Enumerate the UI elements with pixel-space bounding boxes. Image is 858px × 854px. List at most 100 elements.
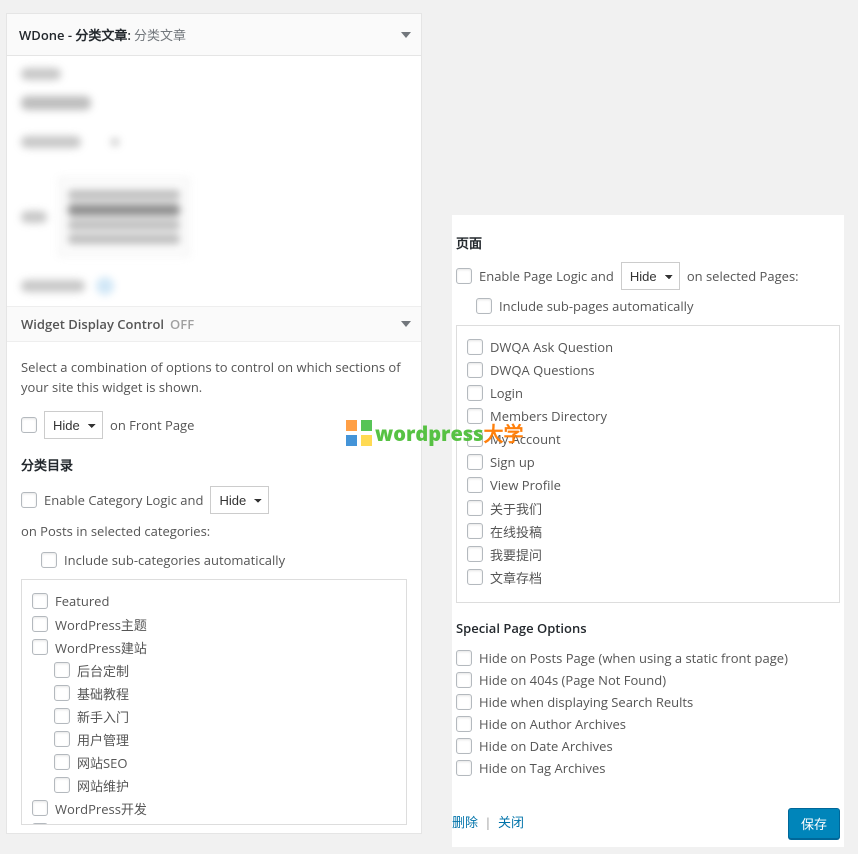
page-item[interactable]: 关于我们 bbox=[467, 497, 829, 520]
frontpage-select[interactable]: Hide bbox=[44, 411, 103, 439]
page-item[interactable]: 我要提问 bbox=[467, 543, 829, 566]
frontpage-checkbox[interactable] bbox=[21, 417, 37, 433]
special-option-checkbox[interactable] bbox=[456, 650, 472, 666]
page-item[interactable]: DWQA Questions bbox=[467, 359, 829, 382]
category-item[interactable]: WordPress资讯 bbox=[32, 820, 396, 825]
delete-link[interactable]: 删除 bbox=[452, 813, 478, 831]
category-item[interactable]: WordPress主题 bbox=[32, 613, 396, 636]
category-label: Featured bbox=[55, 592, 109, 610]
page-checkbox[interactable] bbox=[467, 454, 483, 470]
page-item[interactable]: My Account bbox=[467, 428, 829, 451]
special-option-label: Hide on Date Archives bbox=[479, 737, 613, 755]
special-option-checkbox[interactable] bbox=[456, 760, 472, 776]
category-item[interactable]: 新手入门 bbox=[54, 705, 396, 728]
category-checkbox[interactable] bbox=[54, 708, 70, 724]
page-logic-row: Enable Page Logic and Hide on selected P… bbox=[456, 262, 840, 290]
category-label: 新手入门 bbox=[77, 707, 129, 726]
blurred-content bbox=[21, 68, 407, 294]
category-checkbox[interactable] bbox=[54, 685, 70, 701]
category-checkbox[interactable] bbox=[54, 731, 70, 747]
page-item[interactable]: View Profile bbox=[467, 474, 829, 497]
category-item[interactable]: 用户管理 bbox=[54, 728, 396, 751]
category-list[interactable]: Featured WordPress主题 WordPress建站后台定制基础教程新手… bbox=[21, 579, 407, 825]
category-checkbox[interactable] bbox=[54, 754, 70, 770]
category-item[interactable]: 网站SEO bbox=[54, 751, 396, 774]
category-label: 基础教程 bbox=[77, 684, 129, 703]
page-label: View Profile bbox=[490, 476, 561, 494]
page-checkbox[interactable] bbox=[467, 523, 483, 539]
category-item[interactable]: WordPress开发 bbox=[32, 797, 396, 820]
special-option-item[interactable]: Hide on Tag Archives bbox=[456, 757, 840, 779]
page-checkbox[interactable] bbox=[467, 569, 483, 585]
page-label: My Account bbox=[490, 430, 561, 448]
chevron-down-icon[interactable] bbox=[401, 321, 411, 327]
pages-section-title: 页面 bbox=[456, 233, 840, 252]
category-checkbox[interactable] bbox=[32, 616, 48, 632]
include-subcat-label: Include sub-categories automatically bbox=[64, 550, 285, 571]
category-item[interactable]: Featured bbox=[32, 590, 396, 613]
page-checkbox[interactable] bbox=[467, 408, 483, 424]
category-enable-label: Enable Category Logic and bbox=[44, 490, 203, 511]
category-item[interactable]: 网站维护 bbox=[54, 774, 396, 797]
special-option-item[interactable]: Hide on Posts Page (when using a static … bbox=[456, 647, 840, 669]
save-button[interactable]: 保存 bbox=[788, 808, 840, 839]
close-link[interactable]: 关闭 bbox=[498, 813, 524, 831]
special-option-checkbox[interactable] bbox=[456, 672, 472, 688]
category-logic-checkbox[interactable] bbox=[21, 492, 37, 508]
page-checkbox[interactable] bbox=[467, 431, 483, 447]
chevron-down-icon[interactable] bbox=[401, 32, 411, 38]
category-item[interactable]: WordPress建站 bbox=[32, 636, 396, 659]
page-label: DWQA Questions bbox=[490, 361, 595, 379]
special-option-checkbox[interactable] bbox=[456, 738, 472, 754]
category-label: 后台定制 bbox=[77, 661, 129, 680]
category-item[interactable]: 后台定制 bbox=[54, 659, 396, 682]
special-option-label: Hide on Author Archives bbox=[479, 715, 626, 733]
category-checkbox[interactable] bbox=[32, 639, 48, 655]
page-checkbox[interactable] bbox=[467, 477, 483, 493]
page-logic-select[interactable]: Hide bbox=[621, 262, 680, 290]
category-item[interactable]: 基础教程 bbox=[54, 682, 396, 705]
special-option-label: Hide on 404s (Page Not Found) bbox=[479, 671, 666, 689]
page-item[interactable]: Login bbox=[467, 382, 829, 405]
page-item[interactable]: 在线投稿 bbox=[467, 520, 829, 543]
special-option-item[interactable]: Hide when displaying Search Reults bbox=[456, 691, 840, 713]
category-checkbox[interactable] bbox=[32, 800, 48, 816]
page-checkbox[interactable] bbox=[467, 385, 483, 401]
widget-header[interactable]: WDone - 分类文章: 分类文章 bbox=[7, 14, 421, 56]
category-checkbox[interactable] bbox=[32, 593, 48, 609]
page-checkbox[interactable] bbox=[467, 339, 483, 355]
page-item[interactable]: Sign up bbox=[467, 451, 829, 474]
special-option-checkbox[interactable] bbox=[456, 716, 472, 732]
category-checkbox[interactable] bbox=[54, 662, 70, 678]
special-option-item[interactable]: Hide on 404s (Page Not Found) bbox=[456, 669, 840, 691]
category-label: WordPress建站 bbox=[55, 638, 147, 657]
category-logic-select[interactable]: Hide bbox=[210, 486, 269, 514]
category-label: WordPress资讯 bbox=[55, 822, 147, 825]
include-subpage-checkbox[interactable] bbox=[476, 298, 492, 314]
page-label: 关于我们 bbox=[490, 499, 542, 518]
widget-body: Widget Display Control OFF Select a comb… bbox=[7, 56, 421, 833]
page-item[interactable]: DWQA Ask Question bbox=[467, 336, 829, 359]
page-checkbox[interactable] bbox=[467, 500, 483, 516]
include-subpage-row: Include sub-pages automatically bbox=[476, 296, 840, 317]
special-option-item[interactable]: Hide on Author Archives bbox=[456, 713, 840, 735]
category-checkbox[interactable] bbox=[32, 823, 48, 825]
include-subcat-checkbox[interactable] bbox=[41, 552, 57, 568]
special-option-item[interactable]: Hide on Date Archives bbox=[456, 735, 840, 757]
page-enable-label: Enable Page Logic and bbox=[479, 266, 614, 287]
page-checkbox[interactable] bbox=[467, 546, 483, 562]
category-section-title: 分类目录 bbox=[21, 455, 407, 474]
pages-list[interactable]: DWQA Ask Question DWQA Questions LoginMemb… bbox=[456, 325, 840, 603]
page-item[interactable]: Members Directory bbox=[467, 405, 829, 428]
pages-panel: 页面 Enable Page Logic and Hide on selecte… bbox=[452, 215, 844, 847]
category-label: 网站维护 bbox=[77, 776, 129, 795]
category-checkbox[interactable] bbox=[54, 777, 70, 793]
page-checkbox[interactable] bbox=[467, 362, 483, 378]
wdc-description: Select a combination of options to contr… bbox=[21, 358, 407, 397]
widget-display-control-header[interactable]: Widget Display Control OFF bbox=[7, 306, 421, 342]
page-item[interactable]: 文章存档 bbox=[467, 566, 829, 589]
page-logic-checkbox[interactable] bbox=[456, 268, 472, 284]
special-options-list: Hide on Posts Page (when using a static … bbox=[456, 647, 840, 779]
special-option-checkbox[interactable] bbox=[456, 694, 472, 710]
include-subcat-row: Include sub-categories automatically bbox=[41, 550, 407, 571]
